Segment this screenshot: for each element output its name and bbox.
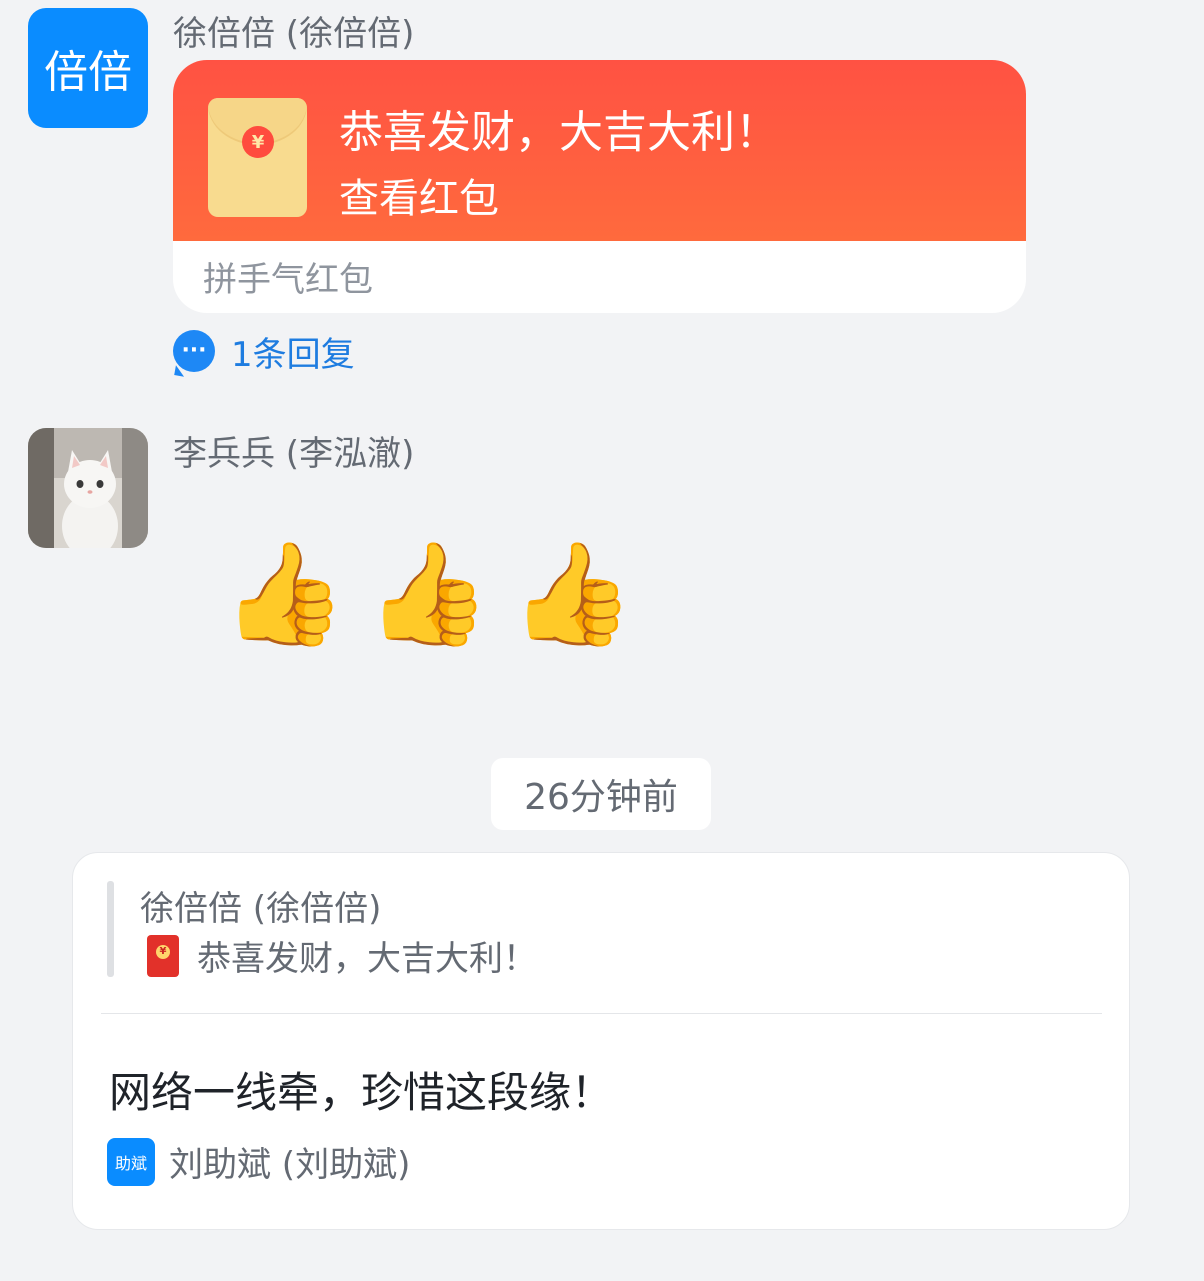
avatar-liuzhubin[interactable]: 助斌 (107, 1137, 155, 1186)
avatar-xubeibei[interactable]: 倍倍 (28, 8, 148, 128)
reply-bubble-icon: ··· (173, 330, 215, 372)
avatar-libingbing[interactable] (28, 428, 148, 548)
quoted-message[interactable]: ¥ 恭喜发财，大吉大利！ (147, 931, 537, 980)
message-author[interactable]: 助斌 刘助斌 (刘助斌) (107, 1137, 410, 1186)
divider (101, 1013, 1102, 1014)
timestamp-divider: 26分钟前 (491, 758, 711, 830)
red-envelope-icon: ¥ (208, 98, 307, 217)
view-red-packet-link[interactable]: 查看红包 (339, 166, 499, 224)
reply-count[interactable]: 1条回复 (231, 327, 355, 376)
sender-name: 李兵兵 (李泓澈) (173, 434, 415, 474)
quoted-text: 恭喜发财，大吉大利！ (197, 939, 537, 979)
emoji-message[interactable]: 👍 👍 👍 (222, 535, 635, 652)
sender-name: 徐倍倍 (徐倍倍) (173, 14, 415, 54)
red-packet-card[interactable]: ¥ 恭喜发财，大吉大利！ 查看红包 拼手气红包 (173, 60, 1026, 313)
message-text: 网络一线牵，珍惜这段缘！ (109, 1068, 614, 1117)
red-packet-type: 拼手气红包 (203, 260, 373, 300)
thread-reply-link[interactable]: ··· 1条回复 (173, 327, 355, 376)
reply-message-card[interactable]: 徐倍倍 (徐倍倍) ¥ 恭喜发财，大吉大利！ 网络一线牵，珍惜这段缘！ 助斌 刘… (72, 852, 1130, 1230)
quote-bar (107, 881, 114, 977)
thumbs-up-icon: 👍 (510, 535, 635, 652)
red-envelope-icon: ¥ (147, 934, 179, 977)
red-packet-title: 恭喜发财，大吉大利！ (339, 107, 779, 158)
thumbs-up-icon: 👍 (366, 535, 491, 652)
quoted-author: 徐倍倍 (徐倍倍) (140, 889, 382, 929)
author-name: 刘助斌 (刘助斌) (169, 1145, 411, 1185)
red-packet-header[interactable]: ¥ 恭喜发财，大吉大利！ 查看红包 (173, 60, 1026, 241)
thumbs-up-icon: 👍 (222, 535, 347, 652)
cat-photo (28, 428, 148, 548)
